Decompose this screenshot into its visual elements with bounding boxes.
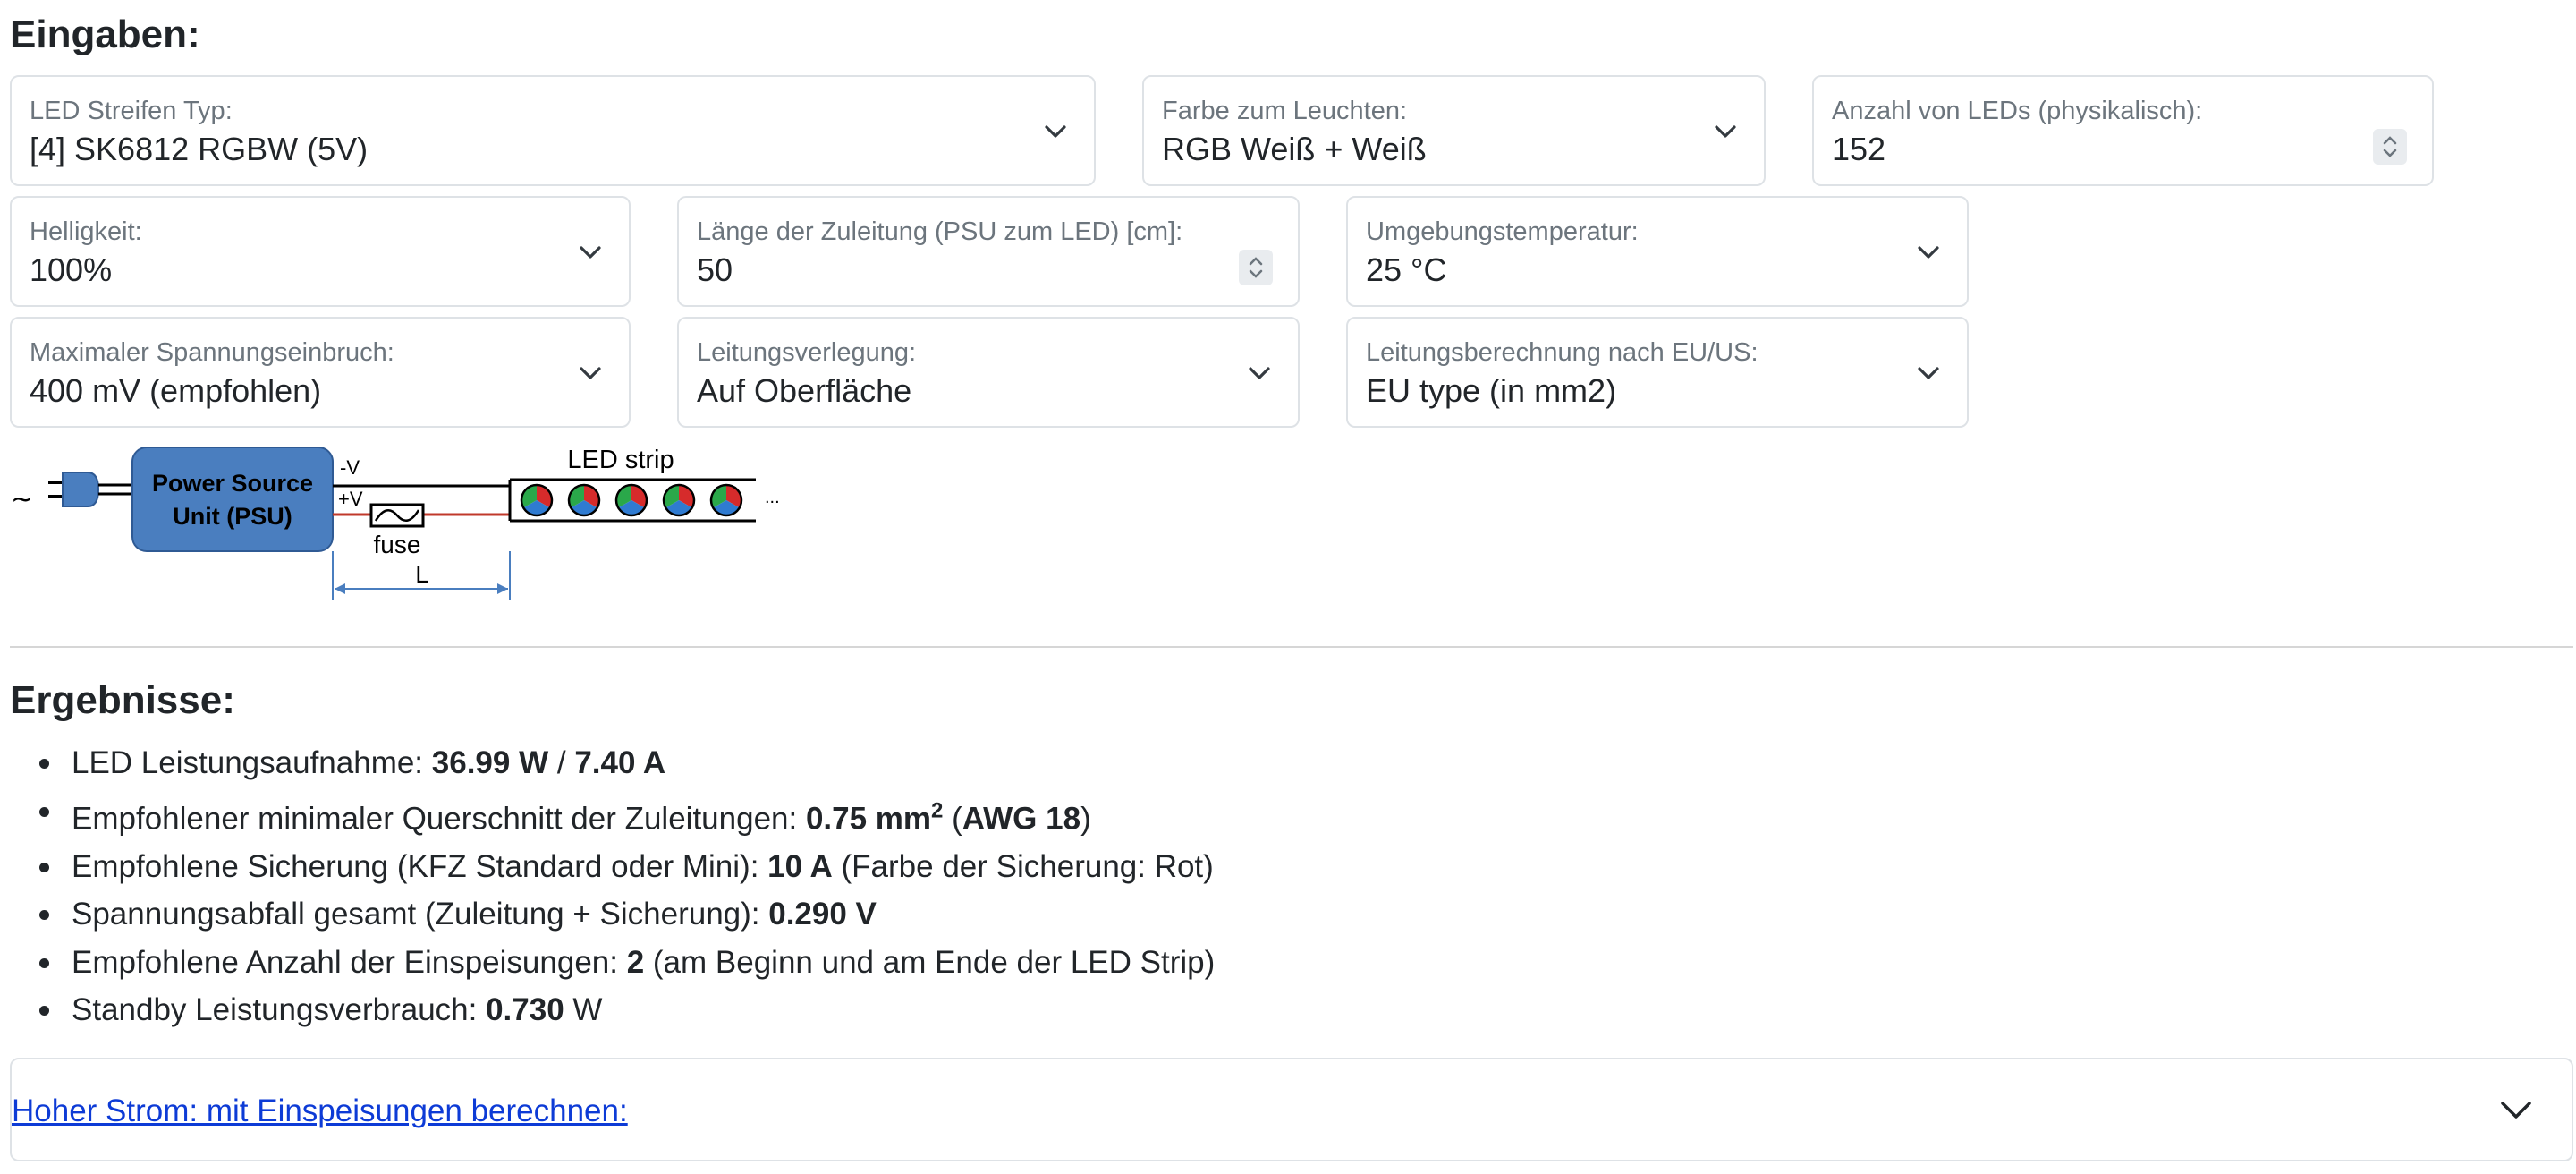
cable-routing-value: Auf Oberfläche <box>697 372 912 409</box>
led-type-label: LED Streifen Typ: <box>30 97 233 125</box>
high-current-link[interactable]: Hoher Strom: mit Einspeisungen berechnen… <box>12 1093 628 1129</box>
color-value: RGB Weiß + Weiß <box>1162 131 1427 167</box>
led-strip <box>508 478 756 523</box>
chevron-down-icon <box>580 246 601 259</box>
brightness-select[interactable]: Helligkeit: 100% <box>10 196 631 307</box>
chevron-down-icon[interactable] <box>2498 1092 2534 1127</box>
wiring-diagram: ~ Power Source Unit (PSU) -V +V fuse L L… <box>11 446 780 600</box>
lead-length-input[interactable]: Länge der Zuleitung (PSU zum LED) [cm]: … <box>677 196 1300 307</box>
inputs-heading: Eingaben: <box>10 13 200 56</box>
led-count-label: Anzahl von LEDs (physikalisch): <box>1832 97 2203 125</box>
strip-continues: ... <box>765 488 780 507</box>
minus-v-label: -V <box>340 456 360 479</box>
result-voltage-drop: Spannungsabfall gesamt (Zuleitung + Sich… <box>39 890 1215 939</box>
result-feeds: Empfohlene Anzahl der Einspeisungen: 2 (… <box>39 939 1215 987</box>
max-voltage-drop-label: Maximaler Spannungseinbruch: <box>30 338 394 367</box>
spinner-icon[interactable] <box>1239 250 1273 285</box>
brightness-label: Helligkeit: <box>30 217 142 246</box>
cable-routing-select[interactable]: Leitungsverlegung: Auf Oberfläche <box>677 317 1300 428</box>
result-fuse: Empfohlene Sicherung (KFZ Standard oder … <box>39 843 1215 891</box>
results-list: LED Leistungsaufnahme: 36.99 W / 7.40 A … <box>39 739 1215 1034</box>
color-select[interactable]: Farbe zum Leuchten: RGB Weiß + Weiß <box>1142 75 1766 186</box>
results-heading: Ergebnisse: <box>10 678 235 722</box>
ac-symbol: ~ <box>11 484 33 515</box>
fuse-icon <box>369 503 425 528</box>
ambient-temp-value: 25 °C <box>1366 251 1447 288</box>
chevron-down-icon <box>1249 367 1270 379</box>
psu-block: Power Source Unit (PSU) <box>131 447 334 552</box>
psu-label-line1: Power Source <box>152 470 313 497</box>
led-icon <box>709 483 743 517</box>
led-type-select[interactable]: LED Streifen Typ: [4] SK6812 RGBW (5V) <box>10 75 1096 186</box>
led-icon <box>662 483 696 517</box>
chevron-down-icon <box>1918 367 1939 379</box>
led-count-value: 152 <box>1832 131 1886 167</box>
plus-v-label: +V <box>338 488 363 510</box>
result-cross-section: Empfohlener minimaler Querschnitt der Zu… <box>39 787 1215 843</box>
led-count-input[interactable]: Anzahl von LEDs (physikalisch): 152 <box>1812 75 2434 186</box>
chevron-down-icon <box>1715 125 1736 138</box>
lead-length-label: Länge der Zuleitung (PSU zum LED) [cm]: <box>697 217 1183 246</box>
brightness-value: 100% <box>30 251 113 288</box>
psu-label-line2: Unit (PSU) <box>173 503 292 530</box>
cable-calc-select[interactable]: Leitungsberechnung nach EU/US: EU type (… <box>1346 317 1969 428</box>
ambient-temp-select[interactable]: Umgebungstemperatur: 25 °C <box>1346 196 1969 307</box>
length-label: L <box>415 560 429 588</box>
chevron-down-icon <box>1045 125 1066 138</box>
led-type-value: [4] SK6812 RGBW (5V) <box>30 131 369 167</box>
cable-calc-label: Leitungsberechnung nach EU/US: <box>1366 338 1758 367</box>
cable-calc-value: EU type (in mm2) <box>1366 372 1617 409</box>
max-voltage-drop-value: 400 mV (empfohlen) <box>30 372 322 409</box>
led-icon <box>520 483 554 517</box>
result-standby: Standby Leistungsverbrauch: 0.730 W <box>39 986 1215 1034</box>
fuse-label: fuse <box>374 531 421 558</box>
lead-length-value: 50 <box>697 251 733 288</box>
ambient-temp-label: Umgebungstemperatur: <box>1366 217 1639 246</box>
led-icon <box>567 483 601 517</box>
chevron-down-icon <box>1918 246 1939 259</box>
plug-icon <box>48 472 134 507</box>
section-divider <box>10 646 2573 648</box>
led-strip-label: LED strip <box>567 446 674 474</box>
spinner-icon[interactable] <box>2373 129 2407 165</box>
color-label: Farbe zum Leuchten: <box>1162 97 1408 125</box>
cable-routing-label: Leitungsverlegung: <box>697 338 917 367</box>
chevron-down-icon <box>580 367 601 379</box>
result-power: LED Leistungsaufnahme: 36.99 W / 7.40 A <box>39 739 1215 787</box>
led-icon <box>614 483 648 517</box>
high-current-accordion[interactable]: Hoher Strom: mit Einspeisungen berechnen… <box>10 1058 2573 1161</box>
max-voltage-drop-select[interactable]: Maximaler Spannungseinbruch: 400 mV (emp… <box>10 317 631 428</box>
